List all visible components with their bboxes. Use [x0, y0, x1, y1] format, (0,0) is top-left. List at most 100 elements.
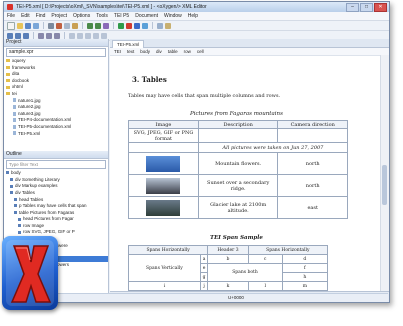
- new-icon[interactable]: [7, 21, 15, 30]
- menu-edit[interactable]: Edit: [21, 13, 30, 19]
- menu-document[interactable]: Document: [135, 13, 158, 19]
- print-icon[interactable]: [48, 22, 54, 29]
- outline-item[interactable]: div Markup examples: [6, 183, 108, 190]
- redo-icon[interactable]: [95, 22, 101, 29]
- table-cell[interactable]: All pictures were taken on Jun 27, 2007: [197, 142, 349, 153]
- image-icon[interactable]: [54, 32, 60, 39]
- join-cells-icon[interactable]: [85, 32, 91, 39]
- outline-item[interactable]: p Tables may have cells that span: [6, 203, 108, 210]
- author-content[interactable]: 3. Tables Tables may have cells that spa…: [110, 55, 380, 292]
- breadcrumb-item[interactable]: body: [140, 49, 150, 54]
- editor-scrollbar[interactable]: [380, 55, 389, 292]
- tree-item-xquery[interactable]: xquery: [6, 58, 108, 65]
- outline-filter-input[interactable]: Type filter Text: [6, 160, 106, 170]
- insert-row-icon[interactable]: [69, 32, 75, 39]
- tree-item-nature1[interactable]: nature1.jpg: [6, 98, 108, 105]
- outline-item[interactable]: row Image: [6, 223, 108, 230]
- tree-item-nature3[interactable]: nature3.jpg: [6, 111, 108, 118]
- table-cell[interactable]: d: [281, 254, 329, 264]
- paste-icon[interactable]: [72, 22, 78, 29]
- menu-tei-p5[interactable]: TEI P5: [114, 13, 129, 19]
- table-cell[interactable]: [128, 142, 199, 153]
- copy-icon[interactable]: [64, 22, 70, 29]
- tree-item-tei-p4-doc[interactable]: TEI-P4-documentation.xml: [6, 117, 108, 124]
- cut-icon[interactable]: [56, 22, 62, 29]
- table-cell[interactable]: [128, 152, 199, 175]
- menu-options[interactable]: Options: [73, 13, 90, 19]
- table-cell[interactable]: Mountain flowers.: [197, 152, 279, 175]
- menu-window[interactable]: Window: [164, 13, 182, 19]
- menu-project[interactable]: Project: [51, 13, 67, 19]
- outline-item[interactable]: table Pictures from Fagaras: [6, 210, 108, 217]
- tree-item-tei[interactable]: tei: [6, 91, 108, 98]
- close-button[interactable]: ✕: [374, 2, 387, 12]
- menu-find[interactable]: Find: [36, 13, 46, 19]
- breadcrumb-item[interactable]: TEI: [114, 49, 121, 54]
- find-icon[interactable]: [103, 22, 109, 29]
- table-cell[interactable]: Spans Vertically: [128, 254, 201, 282]
- breadcrumb-item[interactable]: cell: [197, 49, 204, 54]
- table-cell[interactable]: i: [128, 281, 201, 291]
- debug-icon[interactable]: [134, 22, 140, 29]
- delete-row-icon[interactable]: [101, 32, 107, 39]
- menu-help[interactable]: Help: [188, 13, 198, 19]
- breadcrumb-item[interactable]: text: [127, 49, 134, 54]
- schema-icon[interactable]: [142, 22, 148, 29]
- underline-icon[interactable]: [23, 32, 29, 39]
- breadcrumb-item[interactable]: div: [156, 49, 162, 54]
- table-cell[interactable]: north: [277, 152, 348, 175]
- table-cell[interactable]: a: [199, 254, 209, 264]
- maximize-button[interactable]: □: [360, 2, 373, 12]
- outline-item[interactable]: head Pictures from Fagar: [6, 216, 108, 223]
- undo-icon[interactable]: [87, 22, 93, 29]
- table-cell[interactable]: h: [281, 272, 329, 282]
- outline-item[interactable]: head Tables: [6, 197, 108, 204]
- list-icon[interactable]: [38, 32, 44, 39]
- format-icon[interactable]: [157, 22, 163, 29]
- scrollbar-thumb[interactable]: [382, 165, 387, 205]
- save-icon[interactable]: [25, 22, 31, 29]
- table-cell[interactable]: e: [199, 263, 209, 273]
- table-cell[interactable]: north: [277, 174, 348, 197]
- open-icon[interactable]: [17, 22, 23, 29]
- save-all-icon[interactable]: [33, 22, 39, 29]
- table-cell[interactable]: k: [207, 281, 249, 291]
- tree-item-tei-p5[interactable]: TEI-P5.xml: [6, 131, 108, 138]
- tag-icon[interactable]: [165, 22, 171, 29]
- table-cell[interactable]: Sunset over a secondary ridge.: [197, 174, 279, 197]
- project-combo[interactable]: sample.xpr: [6, 48, 106, 57]
- validate-icon[interactable]: [118, 22, 124, 29]
- tree-item-dita[interactable]: dita: [6, 71, 108, 78]
- tree-item-nature2[interactable]: nature2.jpg: [6, 104, 108, 111]
- table-cell[interactable]: Glacier lake at 2100m altitude.: [197, 196, 279, 219]
- menu-tools[interactable]: Tools: [96, 13, 108, 19]
- italic-icon[interactable]: [15, 32, 21, 39]
- table-icon[interactable]: [46, 32, 52, 39]
- minimize-button[interactable]: –: [346, 2, 359, 12]
- table-cell[interactable]: [277, 128, 348, 143]
- bold-icon[interactable]: [7, 32, 13, 39]
- split-cell-icon[interactable]: [93, 32, 99, 39]
- menu-file[interactable]: File: [7, 13, 15, 19]
- table-cell[interactable]: c: [247, 254, 283, 264]
- table-cell[interactable]: m: [281, 281, 329, 291]
- table-cell[interactable]: [197, 128, 279, 143]
- tree-item-tei-p5-doc[interactable]: TEI-P5-documentation.xml: [6, 124, 108, 131]
- table-cell[interactable]: l: [247, 281, 283, 291]
- table-cell[interactable]: Spans both: [207, 263, 283, 282]
- table-cell[interactable]: [128, 174, 199, 197]
- table-cell[interactable]: j: [199, 281, 209, 291]
- table-cell[interactable]: [128, 196, 199, 219]
- file-tab[interactable]: TEI-P5.xml: [112, 40, 145, 48]
- table-cell[interactable]: b: [207, 254, 249, 264]
- outline-item[interactable]: body: [6, 170, 108, 177]
- table-cell[interactable]: east: [277, 196, 348, 219]
- insert-column-icon[interactable]: [77, 32, 83, 39]
- breadcrumb-item[interactable]: row: [184, 49, 191, 54]
- breadcrumb-item[interactable]: table: [168, 49, 178, 54]
- tree-item-xhtml[interactable]: xhtml: [6, 84, 108, 91]
- table-cell[interactable]: f: [281, 263, 329, 273]
- transform-icon[interactable]: [126, 22, 132, 29]
- tree-item-frameworks[interactable]: frameworks: [6, 65, 108, 72]
- table-cell[interactable]: SVG, JPEG, GIF or PNG format: [128, 128, 199, 143]
